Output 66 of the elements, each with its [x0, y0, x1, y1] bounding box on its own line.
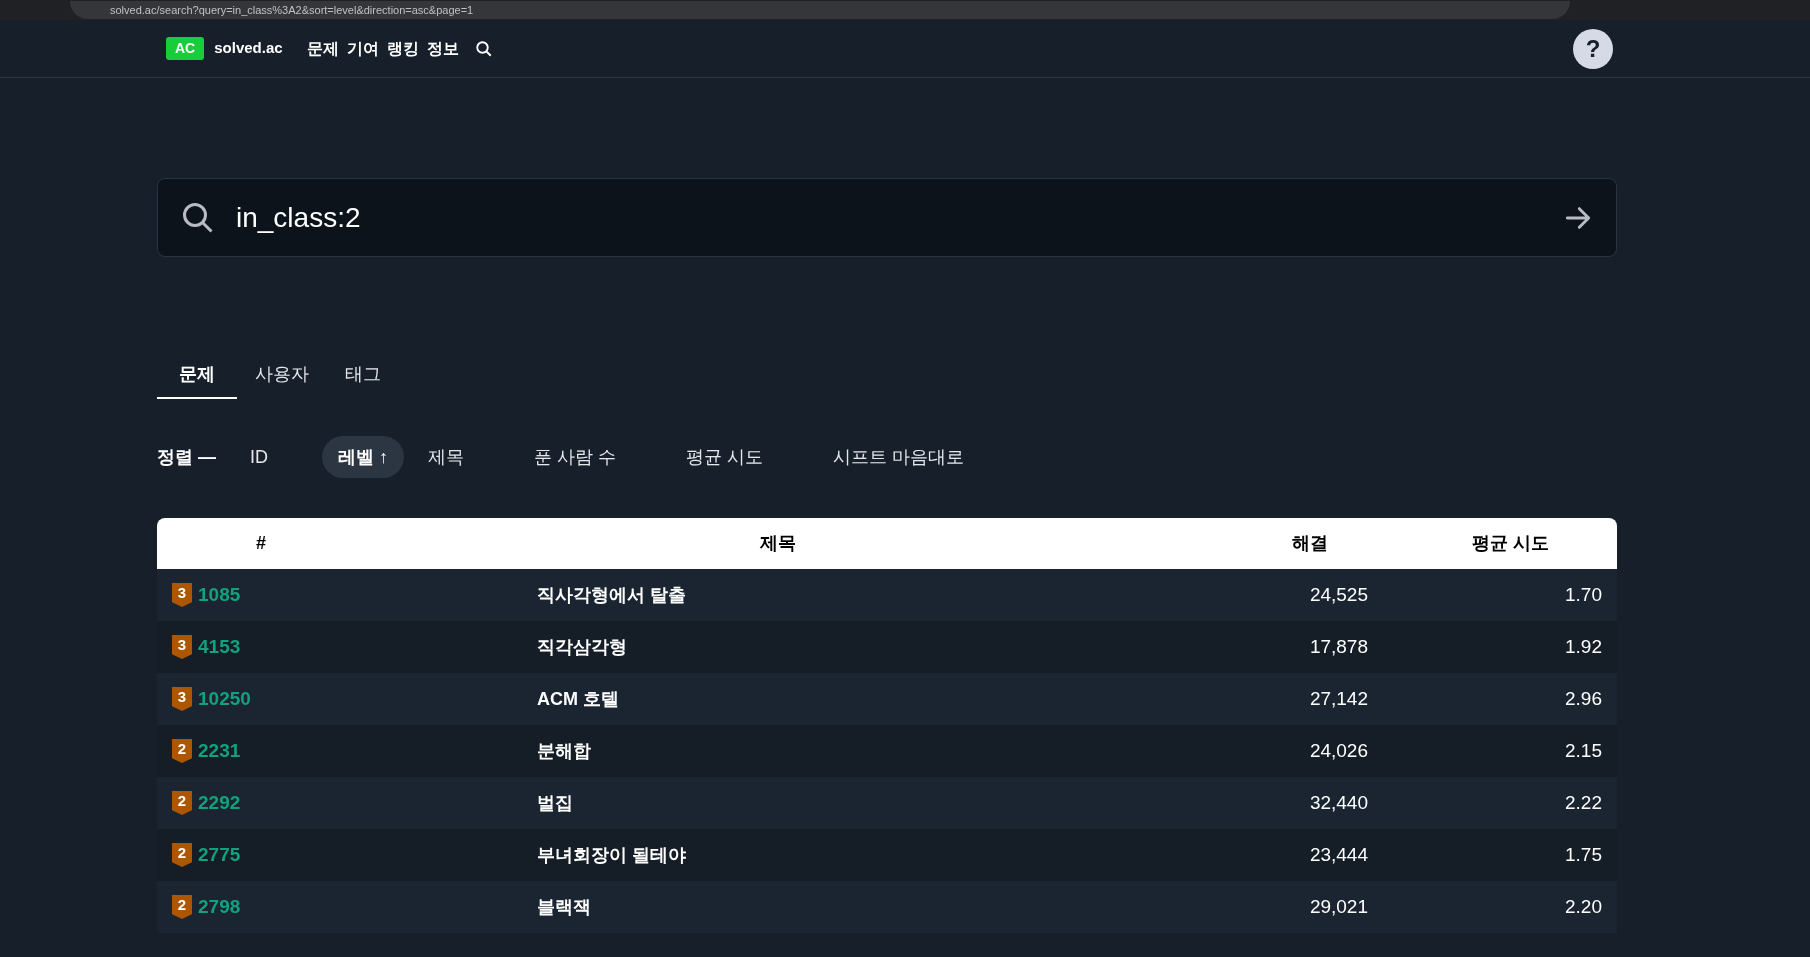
problem-title[interactable]: 블랙잭 [365, 893, 1191, 921]
problem-id[interactable]: 2798 [198, 892, 241, 922]
solved-count: 27,142 [1308, 686, 1369, 711]
problem-title[interactable]: 벌집 [365, 789, 1191, 817]
table-row[interactable]: 2 2798 블랙잭 29,021 2.20 [157, 881, 1617, 933]
solved-count: 29,021 [1308, 894, 1369, 919]
problem-id[interactable]: 10250 [198, 684, 251, 714]
tier-badge: 3 [172, 687, 192, 711]
table-row[interactable]: 2 2775 부녀회장이 될테야 23,444 1.75 [157, 829, 1617, 881]
tier-badge: 3 [172, 635, 192, 659]
sort-option[interactable]: ID [234, 436, 284, 478]
table-row[interactable]: 3 10250 ACM 호텔 27,142 2.96 [157, 673, 1617, 725]
url-text: solved.ac/search?query=in_class%3A2&sort=level&direction=asc&page=1 [110, 2, 474, 18]
problem-id[interactable]: 1085 [198, 580, 241, 610]
average-tries: 1.75 [1564, 842, 1603, 867]
sort-label: 정렬 — [157, 445, 216, 469]
sort-option[interactable]: 시프트 마음대로 [817, 436, 981, 478]
average-tries: 2.20 [1564, 894, 1603, 919]
solved-count: 32,440 [1308, 790, 1369, 815]
tab[interactable]: 태그 [327, 351, 399, 399]
tier-badge: 2 [172, 895, 192, 919]
sort-option[interactable]: 제목 [412, 436, 481, 478]
problem-title[interactable]: 부녀회장이 될테야 [365, 841, 1191, 869]
solved-count: 23,444 [1308, 842, 1369, 867]
tier-badge: 2 [172, 739, 192, 763]
tier-badge: 3 [172, 583, 192, 607]
tier-badge: 2 [172, 791, 192, 815]
nav-link[interactable]: 랭킹 [386, 36, 419, 61]
problem-title[interactable]: ACM 호텔 [365, 685, 1191, 713]
problem-id[interactable]: 2775 [198, 840, 241, 870]
table-row[interactable]: 3 1085 직사각형에서 탈출 24,525 1.70 [157, 569, 1617, 621]
average-tries: 1.70 [1564, 582, 1603, 607]
table-row[interactable]: 2 2292 벌집 32,440 2.22 [157, 777, 1617, 829]
problem-title[interactable]: 직각삼각형 [365, 633, 1191, 661]
average-tries: 2.22 [1564, 790, 1603, 815]
problem-id[interactable]: 2292 [198, 788, 241, 818]
average-tries: 2.15 [1564, 738, 1603, 763]
column-header[interactable]: # [157, 530, 365, 557]
column-header[interactable]: 해결 [1191, 530, 1391, 557]
problem-id[interactable]: 4153 [198, 632, 241, 662]
solved-count: 24,525 [1308, 582, 1369, 607]
nav-link[interactable]: 문제 [306, 36, 339, 61]
problem-id[interactable]: 2231 [198, 736, 241, 766]
nav-link[interactable]: 정보 [426, 36, 459, 61]
column-header[interactable]: 평균 시도 [1391, 530, 1617, 557]
solved-count: 17,878 [1308, 634, 1369, 659]
column-header[interactable]: 제목 [365, 530, 1191, 557]
logo-text[interactable]: solved.ac [214, 37, 283, 60]
search-icon[interactable] [474, 39, 493, 58]
sort-option[interactable]: 레벨 ↑ [322, 436, 405, 478]
help-button[interactable]: ? [1573, 28, 1613, 69]
table-row[interactable]: 3 4153 직각삼각형 17,878 1.92 [157, 621, 1617, 673]
search-field[interactable]: in_class:2 [157, 178, 1617, 257]
sort-option[interactable]: 평균 시도 [670, 436, 780, 478]
sort-option[interactable]: 푼 사람 수 [518, 436, 633, 478]
table-row[interactable]: 2 2231 분해합 24,026 2.15 [157, 725, 1617, 777]
solved-count: 24,026 [1308, 738, 1369, 763]
nav-link[interactable]: 기여 [346, 36, 379, 61]
problem-title[interactable]: 직사각형에서 탈출 [365, 581, 1191, 609]
average-tries: 1.92 [1564, 634, 1603, 659]
tab[interactable]: 사용자 [237, 351, 327, 399]
address-bar[interactable]: solved.ac/search?query=in_class%3A2&sort=level&direction=asc&page=1 [70, 1, 1570, 19]
tab[interactable]: 문제 [157, 351, 237, 399]
tier-badge: 2 [172, 843, 192, 867]
problem-title[interactable]: 분해합 [365, 737, 1191, 765]
average-tries: 2.96 [1564, 686, 1603, 711]
